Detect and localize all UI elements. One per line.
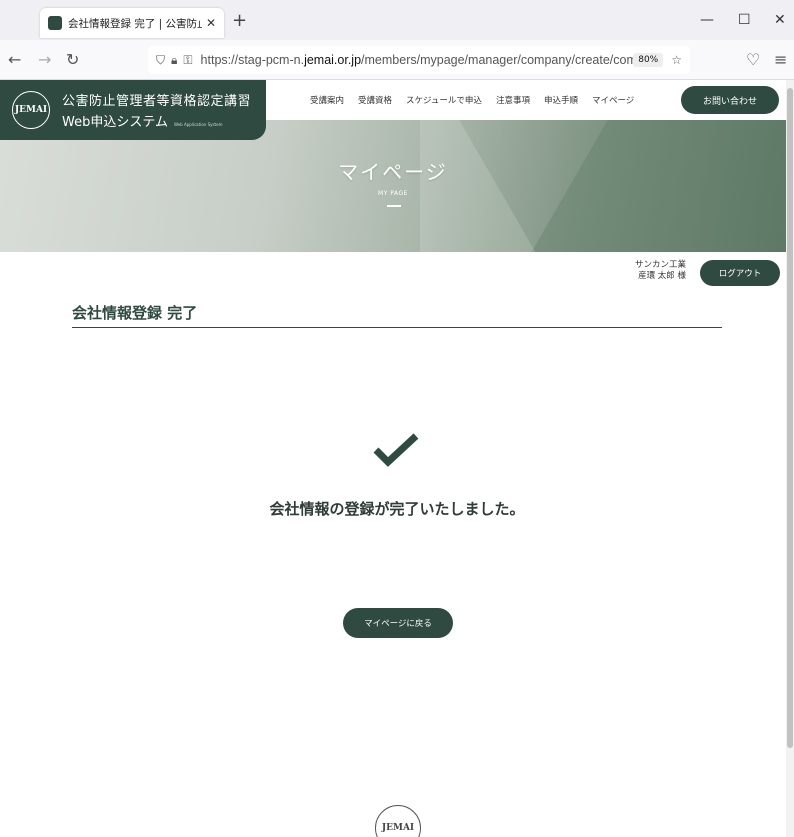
favicon-icon: [48, 16, 62, 30]
close-tab-icon[interactable]: ✕: [206, 16, 216, 30]
new-tab-icon[interactable]: +: [232, 10, 247, 31]
hero-decoration: [420, 120, 786, 252]
back-arrow-icon[interactable]: ←: [8, 50, 21, 69]
jemai-logo-icon: JEMAI: [12, 91, 50, 129]
window-close-icon[interactable]: ✕: [774, 12, 786, 28]
address-bar[interactable]: ⛉ 🔒︎ ⚿ https://stag-pcm-n.jemai.or.jp/me…: [148, 46, 690, 74]
reload-icon[interactable]: ↻: [66, 50, 79, 69]
nav-item-guide[interactable]: 受講案内: [310, 94, 344, 106]
minimize-icon[interactable]: —: [700, 12, 714, 28]
zoom-level-badge[interactable]: 80%: [633, 53, 664, 67]
scrollbar-thumb[interactable]: [787, 88, 793, 748]
browser-navbar: ← → ↻ ⛉ 🔒︎ ⚿ https://stag-pcm-n.jemai.or…: [0, 40, 794, 80]
hero-underline: [387, 205, 401, 207]
site-logo[interactable]: JEMAI 公害防止管理者等資格認定講習 Web申込システム Web Applic…: [0, 80, 266, 140]
lock-icon[interactable]: 🔒︎: [171, 53, 177, 68]
key-icon[interactable]: ⚿: [183, 53, 192, 68]
logout-button[interactable]: ログアウト: [700, 260, 780, 286]
contact-button[interactable]: お問い合わせ: [681, 86, 779, 114]
back-to-mypage-button[interactable]: マイページに戻る: [343, 608, 453, 638]
title-divider: [72, 327, 722, 328]
webpage: マイページ MY PAGE JEMAI 公害防止管理者等資格認定講習 Web申込…: [0, 80, 794, 837]
footer-logo-icon: JEMAI: [375, 805, 421, 837]
nav-item-procedure[interactable]: 申込手順: [544, 94, 578, 106]
site-subtitle: Web申込システム: [62, 115, 168, 130]
checkmark-icon: [373, 433, 419, 467]
nav-item-eligibility[interactable]: 受講資格: [358, 94, 392, 106]
user-company: サンカン工業: [634, 260, 686, 270]
hero-subtitle: MY PAGE: [378, 190, 408, 197]
url-text: https://stag-pcm-n.jemai.or.jp/members/m…: [200, 53, 634, 67]
site-title: 公害防止管理者等資格認定講習: [62, 94, 252, 109]
page-title: 会社情報登録 完了: [72, 304, 198, 322]
user-info: サンカン工業 産環 太郎 様: [600, 260, 686, 282]
user-name: 産環 太郎 様: [638, 271, 686, 281]
main-nav: 受講案内 受講資格 スケジュールで申込 注意事項 申込手順 マイページ: [310, 94, 634, 106]
bookmark-star-icon[interactable]: ☆: [671, 53, 682, 67]
tab-title: 会社情報登録 完了 | 公害防止管: [68, 17, 202, 30]
pocket-icon[interactable]: ♡: [746, 50, 760, 69]
maximize-icon[interactable]: ☐: [738, 12, 751, 28]
nav-item-mypage[interactable]: マイページ: [592, 94, 634, 106]
completion-message: 会社情報の登録が完了いたしました。: [269, 500, 525, 518]
hero-title: マイページ: [338, 160, 448, 184]
browser-tabbar: 会社情報登録 完了 | 公害防止管 ✕ + — ☐ ✕: [0, 0, 794, 40]
browser-tab[interactable]: 会社情報登録 完了 | 公害防止管 ✕: [40, 8, 224, 38]
forward-arrow-icon[interactable]: →: [38, 50, 51, 69]
shield-icon[interactable]: ⛉: [156, 53, 165, 68]
page-scrollbar[interactable]: [786, 80, 794, 837]
menu-icon[interactable]: ≡: [774, 50, 787, 69]
nav-item-notes[interactable]: 注意事項: [496, 94, 530, 106]
site-subtitle-en: Web Application System: [173, 122, 223, 127]
nav-item-schedule[interactable]: スケジュールで申込: [406, 94, 482, 106]
